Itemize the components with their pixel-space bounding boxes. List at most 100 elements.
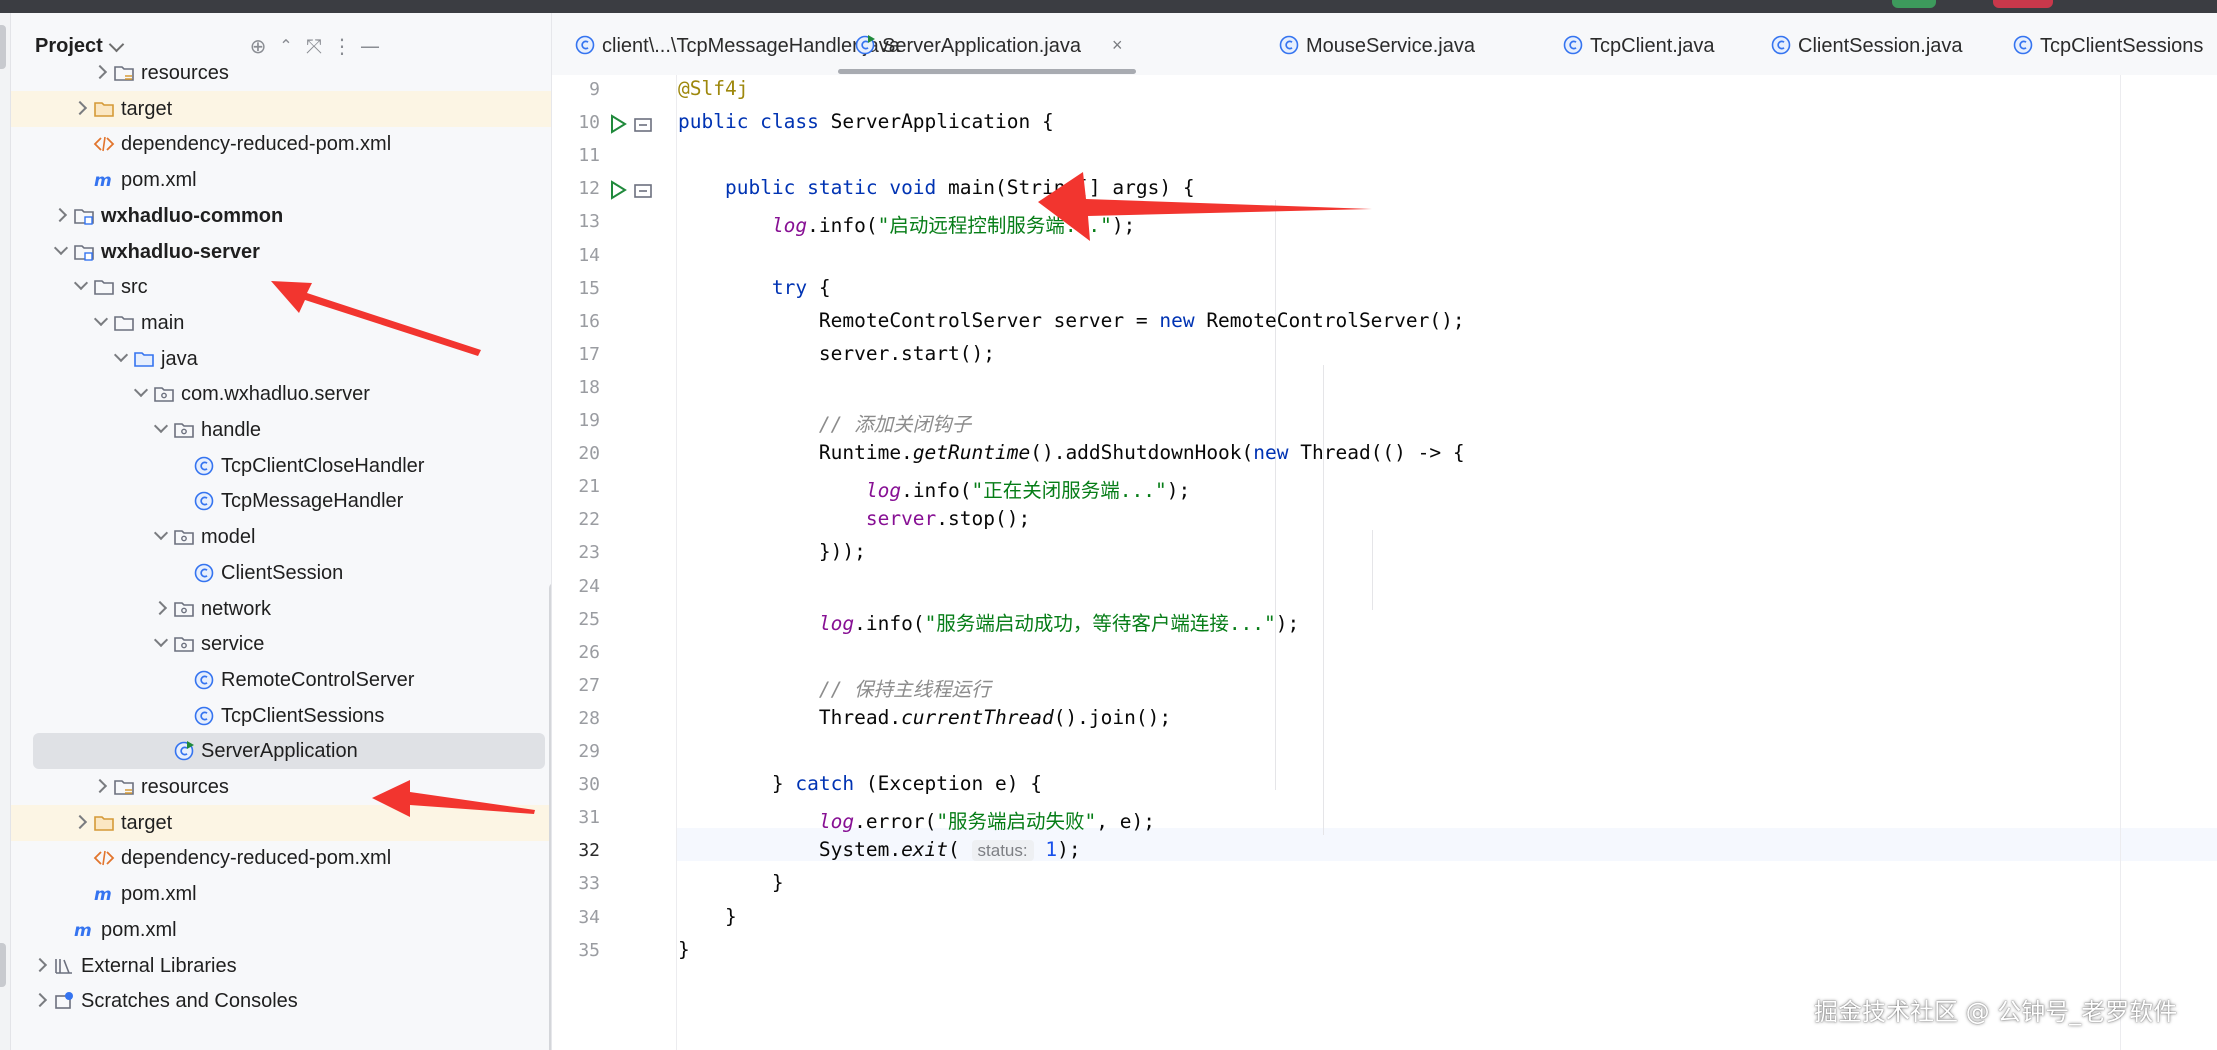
chevron-right-icon[interactable] xyxy=(93,64,109,80)
code-line[interactable]: public static void main(String[] args) { xyxy=(678,176,1195,199)
project-tree-item[interactable]: network xyxy=(11,591,551,627)
line-number: 34 xyxy=(578,906,600,928)
chevron-right-icon[interactable] xyxy=(53,207,69,223)
project-tree-item[interactable]: dependency-reduced-pom.xml xyxy=(11,126,551,162)
line-number: 20 xyxy=(578,443,600,465)
chevron-down-icon[interactable] xyxy=(153,421,169,437)
folder-orange-icon xyxy=(93,98,115,120)
library-icon xyxy=(53,955,75,977)
code-line[interactable]: } xyxy=(678,938,690,961)
code-line[interactable]: Runtime.getRuntime().addShutdownHook(new… xyxy=(678,441,1465,464)
maven-file-icon: m xyxy=(93,883,115,905)
code-line[interactable]: log.error("服务端启动失败", e); xyxy=(678,805,1155,834)
tree-item-label: dependency-reduced-pom.xml xyxy=(121,133,392,156)
line-number: 35 xyxy=(578,939,600,961)
code-line[interactable]: } xyxy=(678,905,737,928)
window-top-strip xyxy=(0,0,2217,13)
chevron-down-icon[interactable] xyxy=(73,278,89,294)
project-toolwindow-toggle[interactable] xyxy=(0,25,6,69)
project-tree-item[interactable]: TcpMessageHandler xyxy=(11,483,551,519)
editor-tab-label: ServerApplication.java xyxy=(882,35,1081,57)
code-line[interactable]: log.info("启动远程控制服务端..."); xyxy=(678,209,1135,238)
project-tree-item[interactable]: resources xyxy=(11,769,551,805)
tree-item-label: service xyxy=(201,633,265,656)
code-line[interactable]: })); xyxy=(678,540,866,563)
source-folder-icon xyxy=(133,348,155,370)
chevron-down-icon[interactable] xyxy=(93,314,109,330)
tree-item-label: com.wxhadluo.server xyxy=(181,383,370,406)
project-tree-item[interactable]: handle xyxy=(11,412,551,448)
folder-icon xyxy=(93,276,115,298)
xml-file-icon xyxy=(93,847,115,869)
project-tree-item[interactable]: ClientSession xyxy=(11,555,551,591)
bottom-toolwindow-toggle[interactable] xyxy=(0,943,6,987)
project-tree-item[interactable]: TcpClientCloseHandler xyxy=(11,448,551,484)
project-tree-item[interactable]: m pom.xml xyxy=(11,912,551,948)
chevron-down-icon[interactable] xyxy=(153,528,169,544)
chevron-down-icon[interactable] xyxy=(108,36,125,53)
line-number: 28 xyxy=(578,707,600,729)
stop-widget-icon[interactable] xyxy=(1993,0,2053,8)
code-line[interactable]: server.start(); xyxy=(678,342,995,365)
line-number: 21 xyxy=(578,476,600,498)
chevron-right-icon[interactable] xyxy=(73,814,89,830)
line-number: 19 xyxy=(578,410,600,431)
project-tree-item[interactable]: ServerApplication xyxy=(33,733,545,770)
code-line[interactable]: Thread.currentThread().join(); xyxy=(678,706,1171,729)
project-tree-item[interactable]: main xyxy=(11,305,551,341)
chevron-down-icon[interactable] xyxy=(113,350,129,366)
chevron-down-icon[interactable] xyxy=(53,243,69,259)
code-line[interactable]: } catch (Exception e) { xyxy=(678,772,1042,795)
chevron-down-icon[interactable] xyxy=(153,635,169,651)
code-line[interactable]: System.exit( status: 1); xyxy=(678,838,1081,862)
project-tree-item[interactable]: RemoteControlServer xyxy=(11,662,551,698)
code-line[interactable]: try { xyxy=(678,276,831,299)
chevron-right-icon[interactable] xyxy=(153,600,169,616)
line-number: 17 xyxy=(578,343,600,365)
chevron-down-icon[interactable] xyxy=(133,385,149,401)
run-widget-icon[interactable] xyxy=(1892,0,1936,8)
project-tree-item[interactable]: resources xyxy=(11,55,551,91)
project-tree-item[interactable]: m pom.xml xyxy=(11,162,551,198)
structure-gutter-icon[interactable] xyxy=(634,183,652,199)
chevron-right-icon[interactable] xyxy=(33,957,49,973)
tree-item-label: ServerApplication xyxy=(201,740,358,763)
project-tree-item[interactable]: java xyxy=(11,341,551,377)
chevron-right-icon[interactable] xyxy=(93,778,109,794)
code-editor[interactable]: 9 @Slf4j 10 public class ServerApplication … xyxy=(552,75,2217,1050)
project-tree-item[interactable]: src xyxy=(11,269,551,305)
project-tree-item[interactable]: Scratches and Consoles xyxy=(11,983,551,1019)
module-folder-icon xyxy=(73,205,95,227)
project-tree-item[interactable]: wxhadluo-common xyxy=(11,198,551,234)
project-tree-item[interactable]: service xyxy=(11,626,551,662)
project-tree-item[interactable]: wxhadluo-server xyxy=(11,234,551,270)
close-tab-icon[interactable]: × xyxy=(1112,35,1123,56)
project-tree-item[interactable]: model xyxy=(11,519,551,555)
editor-tab-bar: client\...\TcpMessageHandler.java ServerA… xyxy=(552,13,2217,76)
code-line[interactable]: // 保持主线程运行 xyxy=(678,673,991,702)
package-icon xyxy=(173,526,195,548)
project-tree-item[interactable]: dependency-reduced-pom.xml xyxy=(11,840,551,876)
code-line[interactable]: // 添加关闭钩子 xyxy=(678,408,971,437)
code-line[interactable]: log.info("正在关闭服务端..."); xyxy=(678,474,1190,503)
chevron-right-icon[interactable] xyxy=(33,992,49,1008)
project-tree-item[interactable]: target xyxy=(11,804,551,841)
project-tree-item[interactable]: target xyxy=(11,90,551,127)
project-tree-item[interactable]: m pom.xml xyxy=(11,876,551,912)
run-gutter-icon[interactable] xyxy=(608,114,628,134)
code-line[interactable]: public class ServerApplication { xyxy=(678,110,1054,133)
chevron-right-icon[interactable] xyxy=(73,100,89,116)
project-tree-item[interactable]: External Libraries xyxy=(11,948,551,984)
code-line[interactable]: RemoteControlServer server = new RemoteC… xyxy=(678,309,1465,332)
code-line[interactable]: @Slf4j xyxy=(678,77,748,100)
code-line[interactable]: server.stop(); xyxy=(678,507,1030,530)
active-tab-indicator xyxy=(838,69,1136,74)
code-line[interactable]: log.info("服务端启动成功，等待客户端连接..."); xyxy=(678,607,1299,636)
project-tree-item[interactable]: com.wxhadluo.server xyxy=(11,376,551,412)
structure-gutter-icon[interactable] xyxy=(634,117,652,132)
svg-text:m: m xyxy=(74,921,92,941)
run-gutter-icon[interactable] xyxy=(608,180,628,201)
maven-file-icon: m xyxy=(93,169,115,191)
code-line[interactable]: } xyxy=(678,871,784,894)
project-tree-item[interactable]: TcpClientSessions xyxy=(11,698,551,734)
